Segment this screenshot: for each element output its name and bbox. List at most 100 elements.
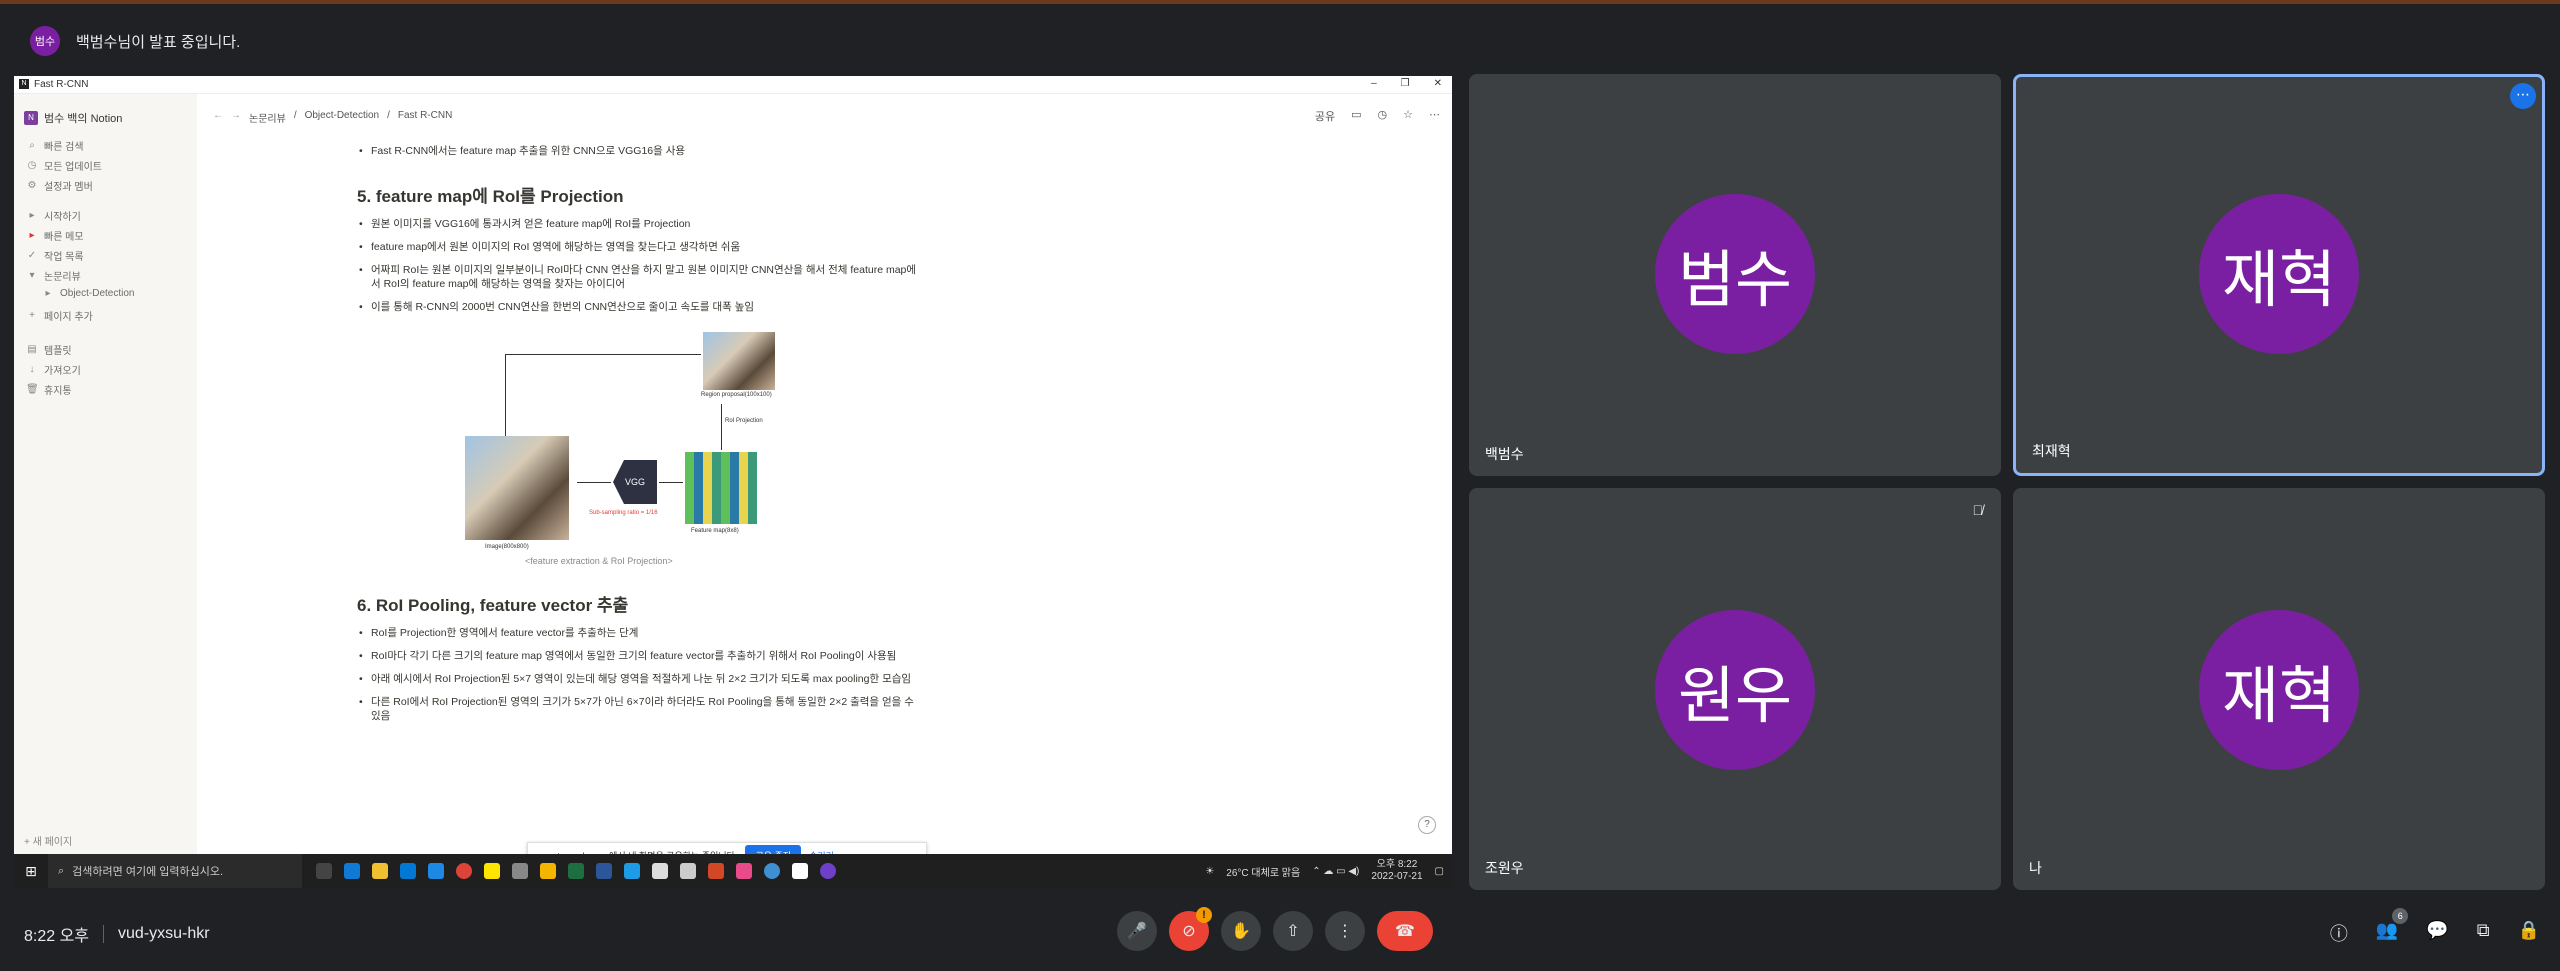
- participant-tile[interactable]: 🎙̸ 원우 조원우: [1469, 488, 2001, 890]
- subsample-label: Sub-sampling ratio = 1/16: [589, 510, 658, 516]
- participant-tile-self[interactable]: 재혁 나: [2013, 488, 2545, 890]
- microphone-button[interactable]: 🎤: [1117, 911, 1157, 951]
- more-options-button[interactable]: ⋮: [1325, 911, 1365, 951]
- word-icon[interactable]: [596, 863, 612, 879]
- close-icon[interactable]: ✕: [1434, 78, 1442, 89]
- sidebar-page-tasks[interactable]: ✓ 작업 목록: [26, 248, 84, 263]
- maximize-icon[interactable]: ❐: [1401, 78, 1410, 89]
- presenter-chip: 범수 백범수님이 발표 중입니다.: [30, 26, 240, 56]
- sidebar-item-label: 모든 업데이트: [44, 162, 102, 173]
- task-view-icon[interactable]: [316, 863, 332, 879]
- taskbar-date: 2022-07-21: [1371, 871, 1423, 882]
- sidebar-page-quick-note[interactable]: ▸ 빠른 메모: [26, 228, 83, 243]
- breadcrumb-item[interactable]: Fast R-CNN: [398, 110, 452, 125]
- people-button[interactable]: 👥 6: [2376, 908, 2409, 946]
- new-page-button[interactable]: + 새 페이지: [24, 833, 72, 848]
- app-icon[interactable]: [624, 863, 640, 879]
- app-icon[interactable]: [680, 863, 696, 879]
- list-item: 다른 RoI에서 RoI Projection된 영역의 크기가 5×7가 아닌…: [357, 695, 917, 723]
- arrow-line: [721, 404, 722, 450]
- app-icon[interactable]: [764, 863, 780, 879]
- app-icon[interactable]: [736, 863, 752, 879]
- powerpoint-icon[interactable]: [708, 863, 724, 879]
- history-icon[interactable]: ◷: [1378, 108, 1388, 124]
- camera-off-button[interactable]: ⊘ !: [1169, 907, 1212, 951]
- host-controls-icon[interactable]: 🔒: [2518, 920, 2540, 946]
- share-button[interactable]: 공유: [1315, 108, 1335, 124]
- sidebar-item-label: 설정과 멤버: [44, 182, 93, 193]
- more-icon[interactable]: ⋯: [1429, 108, 1440, 124]
- taskbar-search-placeholder: 검색하려면 여기에 입력하십시오.: [72, 866, 224, 878]
- sidebar-item-label: 논문리뷰: [44, 272, 81, 283]
- sidebar-item-templates[interactable]: ▤ 템플릿: [26, 342, 71, 357]
- taskbar-search[interactable]: ⌕ 검색하려면 여기에 입력하십시오.: [48, 854, 302, 888]
- weather-text[interactable]: 26°C 대체로 맑음: [1226, 864, 1300, 879]
- participant-tile[interactable]: 범수 백범수: [1469, 74, 2001, 476]
- notification-icon[interactable]: ▢: [1435, 866, 1444, 877]
- excel-icon[interactable]: [568, 863, 584, 879]
- app-icon[interactable]: [652, 863, 668, 879]
- raise-hand-button[interactable]: ✋: [1221, 911, 1261, 951]
- presenter-bar: 범수 백범수님이 발표 중입니다.: [0, 0, 2560, 70]
- vgg-block: VGG: [613, 460, 657, 504]
- sidebar-page-object-detection[interactable]: ▸ Object-Detection: [42, 288, 134, 299]
- activities-icon[interactable]: ⧉: [2477, 920, 2490, 946]
- help-icon[interactable]: ?: [1418, 816, 1436, 834]
- explorer-icon[interactable]: [372, 863, 388, 879]
- github-icon[interactable]: [820, 863, 836, 879]
- taskbar-clock[interactable]: 오후 8:22 2022-07-21: [1371, 859, 1422, 883]
- sticky-notes-icon[interactable]: [540, 863, 556, 879]
- workspace-switcher[interactable]: N 범수 백의 Notion: [24, 110, 122, 126]
- notion-sidebar: N 범수 백의 Notion ⌕ 빠른 검색 ◷ 모든 업데이트 ⚙ 설정과 멤버 ▸…: [14, 94, 197, 854]
- settings-icon[interactable]: [512, 863, 528, 879]
- meeting-code[interactable]: vud-yxsu-hkr: [118, 925, 210, 943]
- check-icon: ✓: [27, 250, 37, 261]
- feature-map-grid: [685, 452, 757, 524]
- forward-icon[interactable]: →: [231, 110, 241, 125]
- leave-call-button[interactable]: ☎: [1377, 911, 1433, 951]
- minimize-icon[interactable]: –: [1371, 78, 1377, 89]
- avatar: 재혁: [2199, 194, 2359, 354]
- roi-projection-figure: Region proposal(100x100) RoI Projection …: [465, 332, 805, 567]
- new-page-label: 새 페이지: [32, 837, 73, 848]
- sidebar-item-settings[interactable]: ⚙ 설정과 멤버: [26, 178, 93, 193]
- sidebar-item-search[interactable]: ⌕ 빠른 검색: [26, 138, 83, 153]
- chat-icon[interactable]: 💬: [2426, 920, 2448, 946]
- sidebar-page-paper-review[interactable]: ▾ 논문리뷰: [26, 268, 81, 283]
- list-item: 어짜피 RoI는 원본 이미지의 일부분이니 RoI마다 CNN 연산을 하지 …: [357, 263, 917, 291]
- people-count-badge: 6: [2392, 908, 2409, 924]
- sidebar-item-import[interactable]: ↓ 가져오기: [26, 362, 81, 377]
- edge-icon[interactable]: [344, 863, 360, 879]
- participant-tile-active[interactable]: ⋯ 재혁 최재혁: [2013, 74, 2545, 476]
- sidebar-add-page[interactable]: + 페이지 추가: [26, 308, 93, 323]
- sidebar-page-start[interactable]: ▸ 시작하기: [26, 208, 80, 223]
- breadcrumb-item[interactable]: 논문리뷰: [249, 110, 286, 125]
- participant-name: 조원우: [1485, 860, 1524, 876]
- chrome-icon[interactable]: [456, 863, 472, 879]
- workspace-logo-icon: N: [24, 111, 38, 125]
- notion-icon[interactable]: [792, 863, 808, 879]
- section-heading: 6. RoI Pooling, feature vector 추출: [357, 596, 629, 615]
- info-icon[interactable]: ⓘ: [2330, 920, 2348, 946]
- tray-icons[interactable]: ⌃ ☁ ▭ ◀): [1312, 866, 1359, 877]
- meeting-time: 8:22 오후: [24, 928, 90, 945]
- sidebar-item-trash[interactable]: 🗑 휴지통: [26, 382, 72, 397]
- more-options-icon[interactable]: ⋯: [2510, 83, 2536, 109]
- meeting-info: 8:22 오후 vud-yxsu-hkr: [24, 922, 210, 946]
- sidebar-item-updates[interactable]: ◷ 모든 업데이트: [26, 158, 102, 173]
- shared-screen[interactable]: N Fast R-CNN – ❐ ✕ N 범수 백의 Notion ⌕ 빠른 검색…: [14, 76, 1452, 888]
- store-icon[interactable]: [400, 863, 416, 879]
- participant-name: 백범수: [1485, 446, 1524, 462]
- comment-icon[interactable]: ▭: [1351, 108, 1361, 124]
- present-icon: ⇧: [1286, 923, 1300, 940]
- breadcrumb-item[interactable]: Object-Detection: [305, 110, 379, 125]
- windows-start-icon[interactable]: ⊞: [14, 863, 48, 880]
- back-icon[interactable]: ←: [213, 110, 223, 125]
- figure-caption: <feature extraction & RoI Projection>: [525, 556, 673, 566]
- mail-icon[interactable]: [428, 863, 444, 879]
- divider: [103, 925, 105, 943]
- present-screen-button[interactable]: ⇧: [1273, 911, 1313, 951]
- kakaotalk-icon[interactable]: [484, 863, 500, 879]
- roi-projection-label: RoI Projection: [725, 418, 763, 424]
- star-icon[interactable]: ☆: [1403, 108, 1413, 124]
